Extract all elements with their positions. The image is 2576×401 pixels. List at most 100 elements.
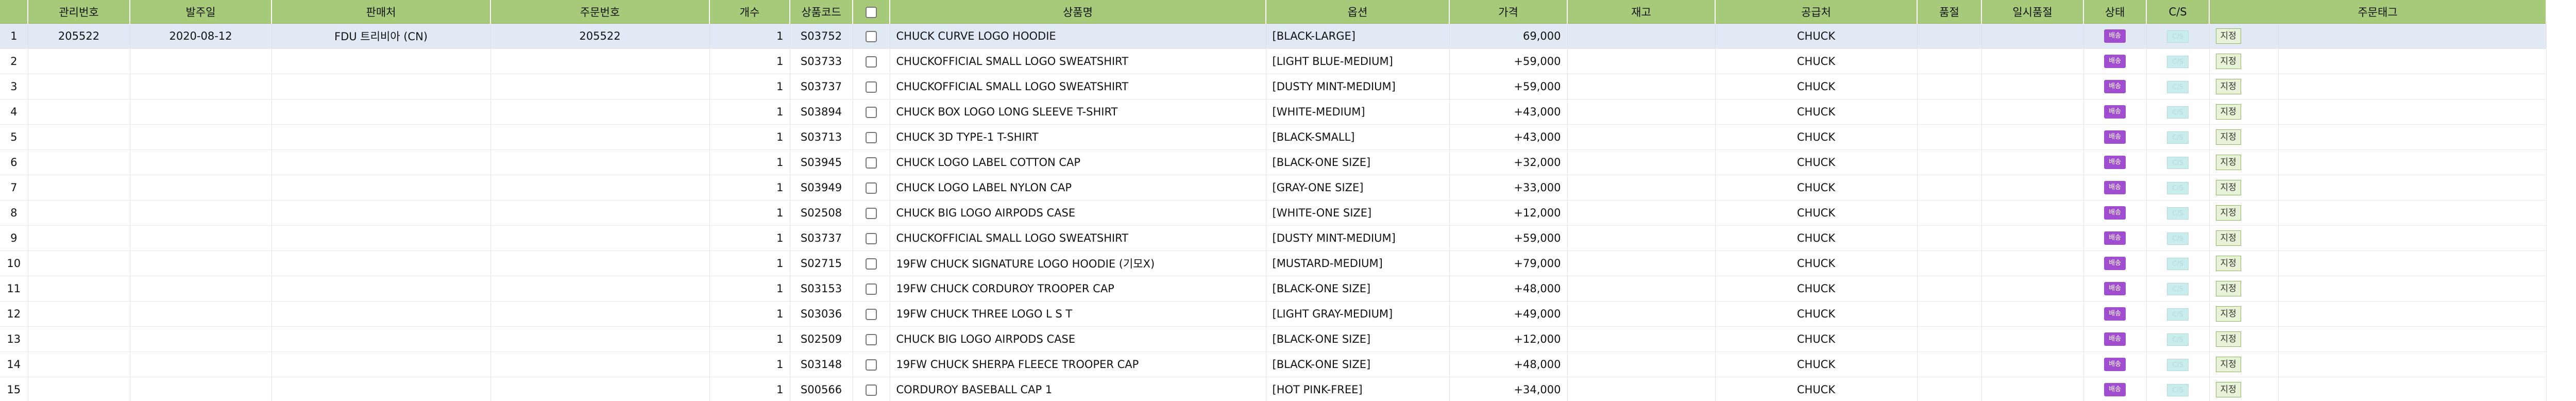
cell-select[interactable] (853, 124, 890, 150)
cell-select[interactable] (853, 175, 890, 201)
cell-product-name[interactable]: 19FW CHUCK THREE LOGO L S T (890, 301, 1266, 327)
cell-status[interactable]: 배송 (2083, 301, 2147, 327)
cell-product-name[interactable]: CHUCKOFFICIAL SMALL LOGO SWEATSHIRT (890, 225, 1266, 251)
cell-select[interactable] (853, 301, 890, 327)
cell-tag-button[interactable]: 지정 (2209, 200, 2279, 226)
cell-status[interactable]: 배송 (2083, 124, 2147, 150)
status-badge[interactable]: 배송 (2104, 332, 2126, 346)
status-badge[interactable]: 배송 (2104, 105, 2126, 119)
cell-status[interactable]: 배송 (2083, 200, 2147, 226)
cell-order-no[interactable] (490, 276, 710, 302)
status-badge[interactable]: 배송 (2104, 55, 2126, 68)
cell-product-code[interactable]: S03036 (790, 301, 853, 327)
row-checkbox[interactable] (866, 81, 877, 93)
status-badge[interactable]: 배송 (2104, 181, 2126, 194)
cell-order-no[interactable] (490, 326, 710, 352)
cell-tag-button[interactable]: 지정 (2209, 175, 2279, 201)
tag-assign-button[interactable]: 지정 (2215, 331, 2241, 347)
status-badge[interactable]: 배송 (2104, 383, 2126, 396)
cs-badge[interactable]: C/S (2167, 333, 2189, 346)
cell-tag-button[interactable]: 지정 (2209, 23, 2279, 49)
tag-assign-button[interactable]: 지정 (2215, 180, 2241, 195)
cell-select[interactable] (853, 250, 890, 276)
cs-badge[interactable]: C/S (2167, 156, 2189, 169)
table-row[interactable]: 9 1 S03737 CHUCKOFFICIAL SMALL LOGO SWEATSH… (0, 225, 2547, 251)
cs-badge[interactable]: C/S (2167, 257, 2189, 270)
col-header-price[interactable]: 가격 (1449, 0, 1568, 24)
cell-cs[interactable]: C/S (2146, 74, 2210, 99)
cell-order-no[interactable] (490, 377, 710, 401)
cell-cs[interactable]: C/S (2146, 250, 2210, 276)
cell-manage-no[interactable] (28, 276, 130, 302)
tag-assign-button[interactable]: 지정 (2215, 28, 2241, 44)
tag-assign-button[interactable]: 지정 (2215, 230, 2241, 246)
tag-assign-button[interactable]: 지정 (2215, 256, 2241, 271)
cell-cs[interactable]: C/S (2146, 99, 2210, 125)
table-row[interactable]: 13 1 S02509 CHUCK BIG LOGO AIRPODS CASE [BLA… (0, 326, 2547, 352)
row-checkbox[interactable] (866, 31, 877, 42)
cell-status[interactable]: 배송 (2083, 175, 2147, 201)
cell-select[interactable] (853, 74, 890, 99)
status-badge[interactable]: 배송 (2104, 358, 2126, 371)
cell-product-code[interactable]: S03713 (790, 124, 853, 150)
cell-product-code[interactable]: S03737 (790, 225, 853, 251)
cell-order-no[interactable] (490, 74, 710, 99)
cell-tag-button[interactable]: 지정 (2209, 276, 2279, 302)
cs-badge[interactable]: C/S (2167, 55, 2189, 68)
cell-product-name[interactable]: CHUCK LOGO LABEL COTTON CAP (890, 149, 1266, 175)
col-header-cs[interactable]: C/S (2146, 0, 2210, 24)
col-header-out-of-stock[interactable]: 품절 (1917, 0, 1982, 24)
cell-product-name[interactable]: CHUCK CURVE LOGO HOODIE (890, 23, 1266, 49)
cell-product-name[interactable]: CHUCK BIG LOGO AIRPODS CASE (890, 200, 1266, 226)
row-checkbox[interactable] (866, 309, 877, 320)
status-badge[interactable]: 배송 (2104, 29, 2126, 43)
col-header-qty[interactable]: 개수 (709, 0, 790, 24)
cell-product-code[interactable]: S02509 (790, 326, 853, 352)
status-badge[interactable]: 배송 (2104, 231, 2126, 245)
cell-select[interactable] (853, 352, 890, 377)
cell-product-name[interactable]: CHUCK BIG LOGO AIRPODS CASE (890, 326, 1266, 352)
cell-order-no[interactable] (490, 301, 710, 327)
cell-product-code[interactable]: S03148 (790, 352, 853, 377)
tag-assign-button[interactable]: 지정 (2215, 79, 2241, 94)
cell-select[interactable] (853, 48, 890, 74)
table-row[interactable]: 2 1 S03733 CHUCKOFFICIAL SMALL LOGO SWEATSH… (0, 48, 2547, 74)
cell-product-name[interactable]: 19FW CHUCK CORDUROY TROOPER CAP (890, 276, 1266, 302)
cell-manage-no[interactable] (28, 175, 130, 201)
cell-status[interactable]: 배송 (2083, 99, 2147, 125)
cell-tag-button[interactable]: 지정 (2209, 124, 2279, 150)
cell-tag-button[interactable]: 지정 (2209, 149, 2279, 175)
cell-tag-button[interactable]: 지정 (2209, 352, 2279, 377)
cs-badge[interactable]: C/S (2167, 358, 2189, 371)
cs-badge[interactable]: C/S (2167, 80, 2189, 93)
cell-manage-no[interactable] (28, 200, 130, 226)
col-header-product-name[interactable]: 상품명 (890, 0, 1266, 24)
cell-product-code[interactable]: S03733 (790, 48, 853, 74)
cell-cs[interactable]: C/S (2146, 377, 2210, 401)
cell-status[interactable]: 배송 (2083, 149, 2147, 175)
tag-assign-button[interactable]: 지정 (2215, 205, 2241, 221)
cs-badge[interactable]: C/S (2167, 282, 2189, 295)
cell-tag-button[interactable]: 지정 (2209, 250, 2279, 276)
row-checkbox[interactable] (866, 233, 877, 244)
cell-order-no[interactable] (490, 225, 710, 251)
row-checkbox[interactable] (866, 359, 877, 371)
cell-product-code[interactable]: S02508 (790, 200, 853, 226)
cell-cs[interactable]: C/S (2146, 124, 2210, 150)
cell-cs[interactable]: C/S (2146, 225, 2210, 251)
cell-cs[interactable]: C/S (2146, 175, 2210, 201)
cell-cs[interactable]: C/S (2146, 23, 2210, 49)
cell-product-code[interactable]: S02715 (790, 250, 853, 276)
cell-select[interactable] (853, 23, 890, 49)
col-header-manage-no[interactable]: 관리번호 (28, 0, 130, 24)
cell-cs[interactable]: C/S (2146, 352, 2210, 377)
col-header-temp-out-of-stock[interactable]: 일시품절 (1981, 0, 2084, 24)
table-row[interactable]: 3 1 S03737 CHUCKOFFICIAL SMALL LOGO SWEATSH… (0, 74, 2547, 99)
tag-assign-button[interactable]: 지정 (2215, 281, 2241, 296)
table-row[interactable]: 5 1 S03713 CHUCK 3D TYPE-1 T-SHIRT [BLACK-SM… (0, 124, 2547, 150)
cell-order-no[interactable] (490, 175, 710, 201)
cell-order-no[interactable] (490, 48, 710, 74)
cell-manage-no[interactable] (28, 225, 130, 251)
cell-product-code[interactable]: S03945 (790, 149, 853, 175)
status-badge[interactable]: 배송 (2104, 282, 2126, 295)
